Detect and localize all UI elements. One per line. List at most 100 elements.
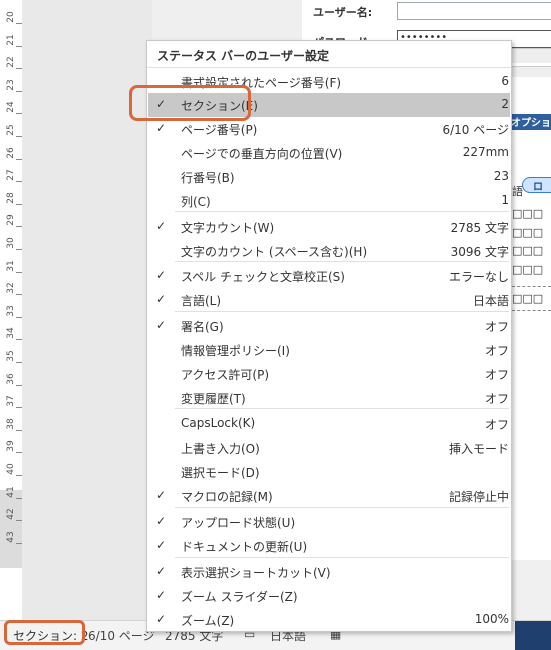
box-row-3: □□□ xyxy=(512,244,544,257)
menu-item-label: ページ番号(P) xyxy=(181,123,258,137)
checkmark-icon: ✓ xyxy=(156,488,167,502)
menu-item-label: 行番号(B) xyxy=(181,171,235,185)
menu-item-label: マクロの記録(M) xyxy=(181,490,273,504)
menu-item[interactable]: 変更履歴(T) オフ xyxy=(148,386,510,410)
menu-item[interactable]: ✓ 文字カウント(W) 2785 文字 xyxy=(148,215,510,239)
menu-item-label: ズーム(Z) xyxy=(181,614,235,628)
menu-item-value: オフ xyxy=(484,392,509,406)
menu-item[interactable]: ✓ ズーム(Z) 100% xyxy=(148,608,510,632)
menu-item[interactable]: ✓ ドキュメントの更新(U) xyxy=(148,534,510,558)
ruler-number: 40 xyxy=(6,463,16,475)
ruler-number: 22 xyxy=(6,56,16,68)
menu-item-value: 6/10 ページ xyxy=(442,123,509,137)
menu-item[interactable]: CapsLock(K) オフ xyxy=(148,412,510,436)
ruler-number: 24 xyxy=(6,101,16,114)
form-strip-2 xyxy=(510,66,551,77)
ruler-number: 34 xyxy=(6,327,16,340)
menu-item-label: 言語(L) xyxy=(181,294,222,308)
menu-item[interactable]: ✓ ズーム スライダー(Z) xyxy=(148,584,510,608)
menu-item[interactable]: ✓ 言語(L) 日本語 xyxy=(148,288,510,312)
ruler-number: 39 xyxy=(6,440,16,453)
menu-item[interactable]: ✓ スペル チェックと文章校正(S) エラーなし xyxy=(148,264,510,288)
menu-item-value: 2 xyxy=(501,97,509,111)
box-row-2: □□□ xyxy=(512,226,544,239)
status-bar-customize-menu: ステータス バーのユーザー設定 書式設定されたページ番号(F) 6 ✓ セクション(E… xyxy=(146,40,512,632)
menu-item[interactable]: ページでの垂直方向の位置(V) 227mm xyxy=(148,141,510,165)
menu-item-label: アクセス許可(P) xyxy=(181,368,270,382)
ruler-number: 25 xyxy=(6,124,16,136)
form-strip xyxy=(510,48,551,63)
menu-item-value: オフ xyxy=(484,320,509,334)
checkmark-icon: ✓ xyxy=(156,514,167,528)
ruler-margin-area xyxy=(0,490,22,568)
username-label: ユーザー名: xyxy=(313,6,373,19)
ruler-number: 42 xyxy=(6,508,16,520)
menu-item-label: 変更履歴(T) xyxy=(181,392,246,406)
checkmark-icon: ✓ xyxy=(156,564,167,578)
vertical-ruler: 20 21 22 23 24 25 26 27 28 29 30 31 32 33 34 35 36 37 38 39… xyxy=(0,0,23,620)
menu-item-label: 情報管理ポリシー(I) xyxy=(181,344,290,358)
menu-item[interactable]: ✓ 表示選択ショートカット(V) xyxy=(148,560,510,584)
menu-item-value: 100% xyxy=(474,612,509,626)
options-button[interactable]: オプション xyxy=(508,114,551,144)
ruler-number: 32 xyxy=(6,282,16,294)
menu-item-label: ドキュメントの更新(U) xyxy=(181,540,308,554)
menu-item-value: オフ xyxy=(484,418,509,432)
menu-item-label: 表示選択ショートカット(V) xyxy=(181,566,331,580)
menu-item[interactable]: ✓ アップロード状態(U) xyxy=(148,510,510,534)
menu-item[interactable]: 列(C) 1 xyxy=(148,189,510,213)
status-bar-view-area xyxy=(515,621,551,650)
dashed-divider-2 xyxy=(512,310,551,311)
login-button[interactable]: ロ xyxy=(522,177,551,193)
page-header-area xyxy=(152,0,302,40)
ruler-number: 43 xyxy=(6,531,16,543)
menu-item-value: エラーなし xyxy=(448,270,509,284)
checkmark-icon: ✓ xyxy=(156,219,167,233)
menu-item-value: 日本語 xyxy=(472,294,509,308)
menu-item[interactable]: ✓ 署名(G) オフ xyxy=(148,314,510,338)
ruler-number: 33 xyxy=(6,305,16,317)
page-bottom-area xyxy=(512,560,551,620)
ruler-number: 31 xyxy=(6,259,16,272)
menu-item[interactable]: 行番号(B) 23 xyxy=(148,165,510,189)
username-field[interactable] xyxy=(397,2,551,20)
menu-item-value: オフ xyxy=(484,368,509,382)
menu-item-label: アップロード状態(U) xyxy=(181,516,296,530)
menu-item-value: 1 xyxy=(501,193,509,207)
menu-title: ステータス バーのユーザー設定 xyxy=(147,41,511,68)
status-section-highlight xyxy=(4,620,85,645)
menu-item-label: ページでの垂直方向の位置(V) xyxy=(181,147,343,161)
ruler-number: 23 xyxy=(6,79,16,91)
checkmark-icon: ✓ xyxy=(156,318,167,332)
menu-item-value: 23 xyxy=(493,169,509,183)
box-row-5: □□□ xyxy=(512,292,544,305)
menu-item[interactable]: 文字のカウント (スペース含む)(H) 3096 文字 xyxy=(148,239,510,263)
box-row-1: □□□ xyxy=(512,207,544,220)
menu-item-label: CapsLock(K) xyxy=(181,416,256,430)
menu-item-value: オフ xyxy=(484,344,509,358)
menu-item[interactable]: アクセス許可(P) オフ xyxy=(148,362,510,386)
ruler-number: 21 xyxy=(6,33,16,46)
menu-item[interactable]: 上書き入力(O) 挿入モード xyxy=(148,436,510,460)
ruler-number: 35 xyxy=(6,350,16,362)
menu-item-value: 227mm xyxy=(462,145,509,159)
box-row-4: □□□ xyxy=(512,263,544,276)
ruler-number: 29 xyxy=(6,214,16,227)
checkmark-icon: ✓ xyxy=(156,588,167,602)
status-page[interactable]: 6/10 ページ xyxy=(88,627,155,644)
checkmark-icon: ✓ xyxy=(156,268,167,282)
menu-item[interactable]: 情報管理ポリシー(I) オフ xyxy=(148,338,510,362)
menu-item-label: スペル チェックと文章校正(S) xyxy=(181,270,345,284)
checkmark-icon: ✓ xyxy=(156,292,167,306)
checkmark-icon: ✓ xyxy=(156,121,167,135)
menu-item[interactable]: ✓ マクロの記録(M) 記録停止中 xyxy=(148,484,510,508)
menu-item-label: 列(C) xyxy=(181,195,211,209)
menu-item-value: 2785 文字 xyxy=(450,221,509,235)
ruler-number: 20 xyxy=(6,11,16,23)
ruler-number: 28 xyxy=(6,192,16,204)
menu-item[interactable]: 選択モード(D) xyxy=(148,460,510,484)
menu-item-label: 署名(G) xyxy=(181,320,224,334)
menu-item-value: 挿入モード xyxy=(448,442,509,456)
menu-item-value: 6 xyxy=(501,74,509,88)
ruler-number: 41 xyxy=(6,485,16,498)
